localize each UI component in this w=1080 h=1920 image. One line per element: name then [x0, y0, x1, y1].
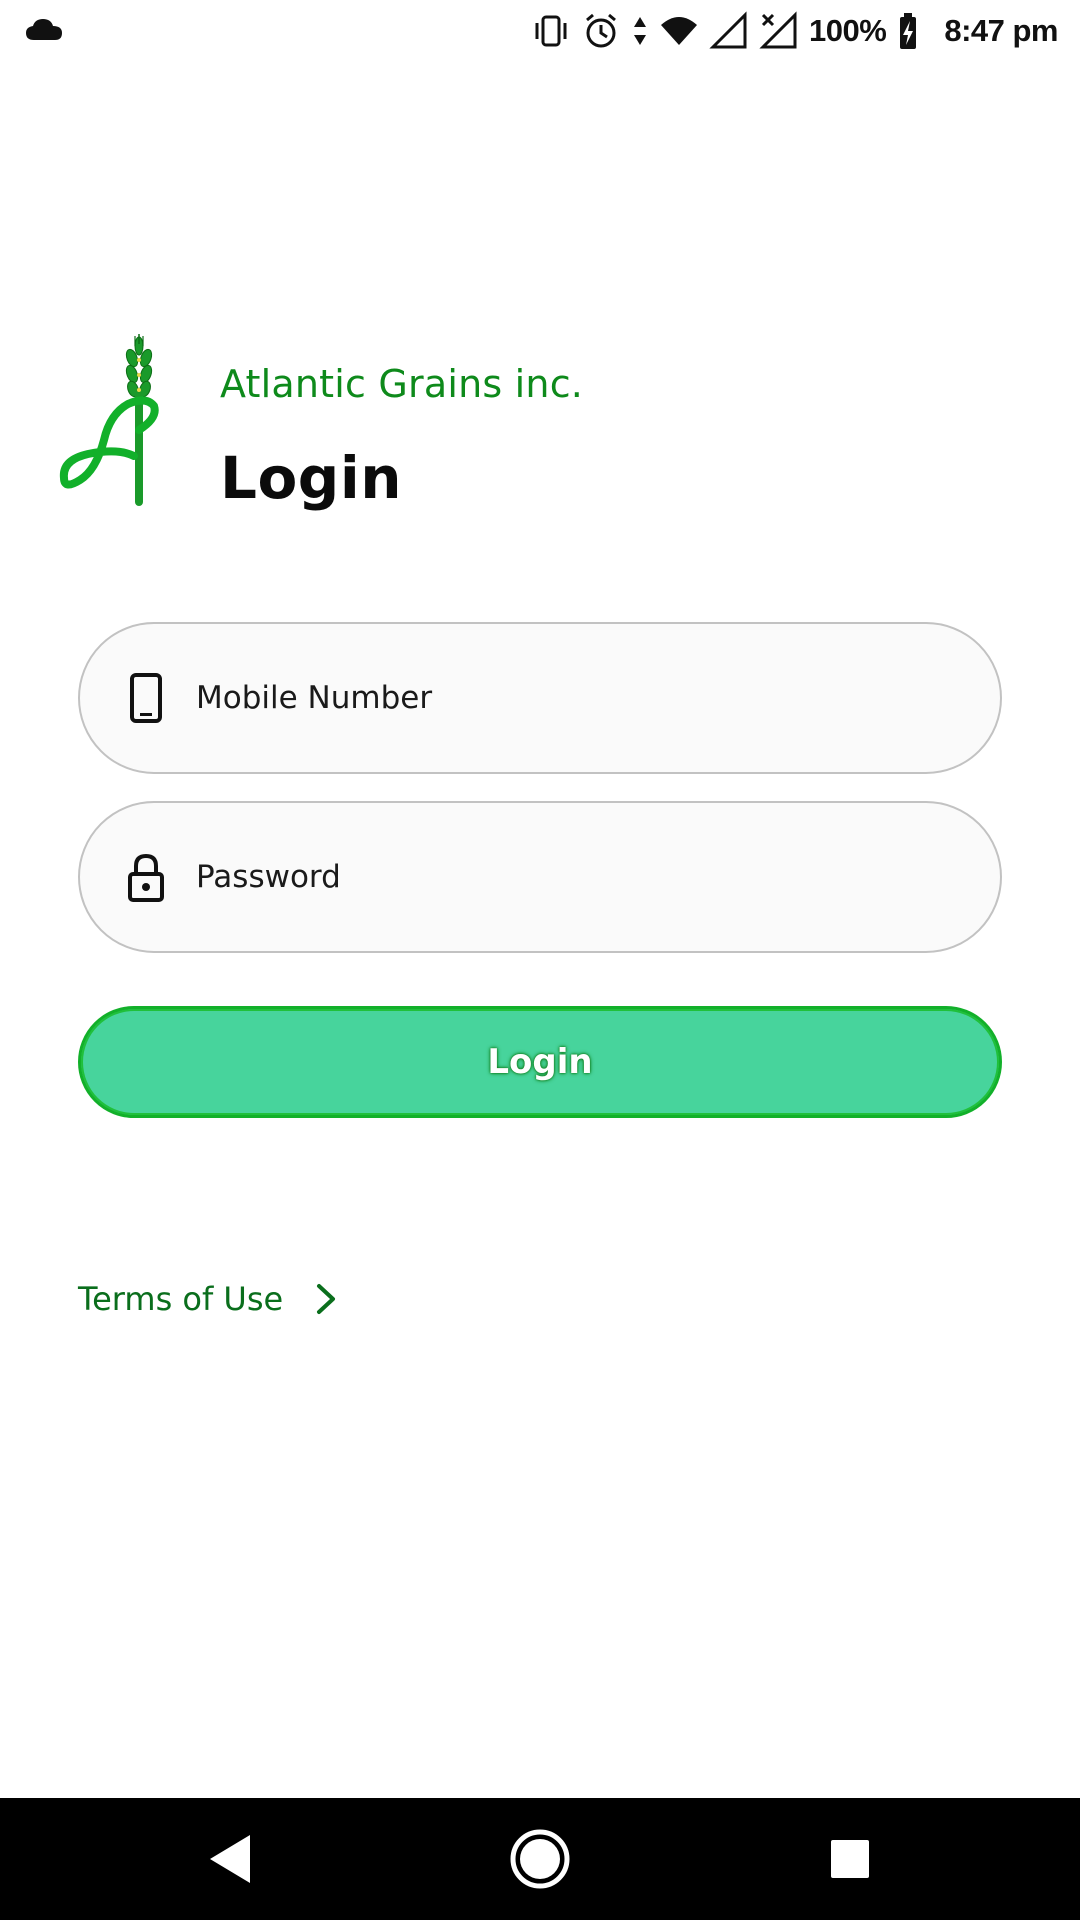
mobile-number-field-inner	[124, 624, 876, 772]
chevron-right-icon	[317, 1284, 336, 1314]
wifi-icon	[661, 17, 698, 45]
data-arrows-icon	[634, 17, 647, 45]
wheat-logo-icon	[59, 334, 159, 506]
page-title: Login	[220, 444, 402, 512]
mobile-number-input[interactable]	[196, 680, 876, 716]
status-icons: 100% 8:47 pm	[531, 0, 1058, 62]
back-button[interactable]	[172, 1798, 292, 1920]
terms-of-use-link[interactable]: Terms of Use	[78, 1280, 339, 1318]
lock-icon	[128, 853, 164, 902]
phone-icon	[130, 673, 162, 723]
home-icon	[510, 1829, 570, 1889]
navigation-bar	[0, 1798, 1080, 1920]
clock: 8:47 pm	[944, 13, 1058, 48]
terms-of-use-label: Terms of Use	[78, 1280, 284, 1318]
mobile-number-field[interactable]	[78, 622, 1002, 774]
home-button[interactable]	[480, 1798, 600, 1920]
battery-charging-icon	[900, 13, 917, 49]
login-button[interactable]: Login	[78, 1006, 1002, 1118]
cloud-icon	[26, 19, 62, 40]
password-input[interactable]	[196, 859, 876, 895]
recents-icon	[831, 1840, 869, 1878]
alarm-icon	[586, 13, 616, 48]
battery-percent: 100%	[809, 13, 887, 48]
vibrate-icon	[535, 15, 567, 47]
status-bar: 100% 8:47 pm	[0, 0, 1080, 62]
no-signal-icon	[759, 11, 797, 49]
company-name: Atlantic Grains inc.	[220, 362, 584, 406]
signal-icon	[709, 11, 747, 49]
password-field-inner	[124, 803, 876, 951]
back-icon	[210, 1835, 250, 1883]
login-button-label: Login	[487, 1042, 593, 1082]
recents-button[interactable]	[790, 1798, 910, 1920]
password-field[interactable]	[78, 801, 1002, 953]
